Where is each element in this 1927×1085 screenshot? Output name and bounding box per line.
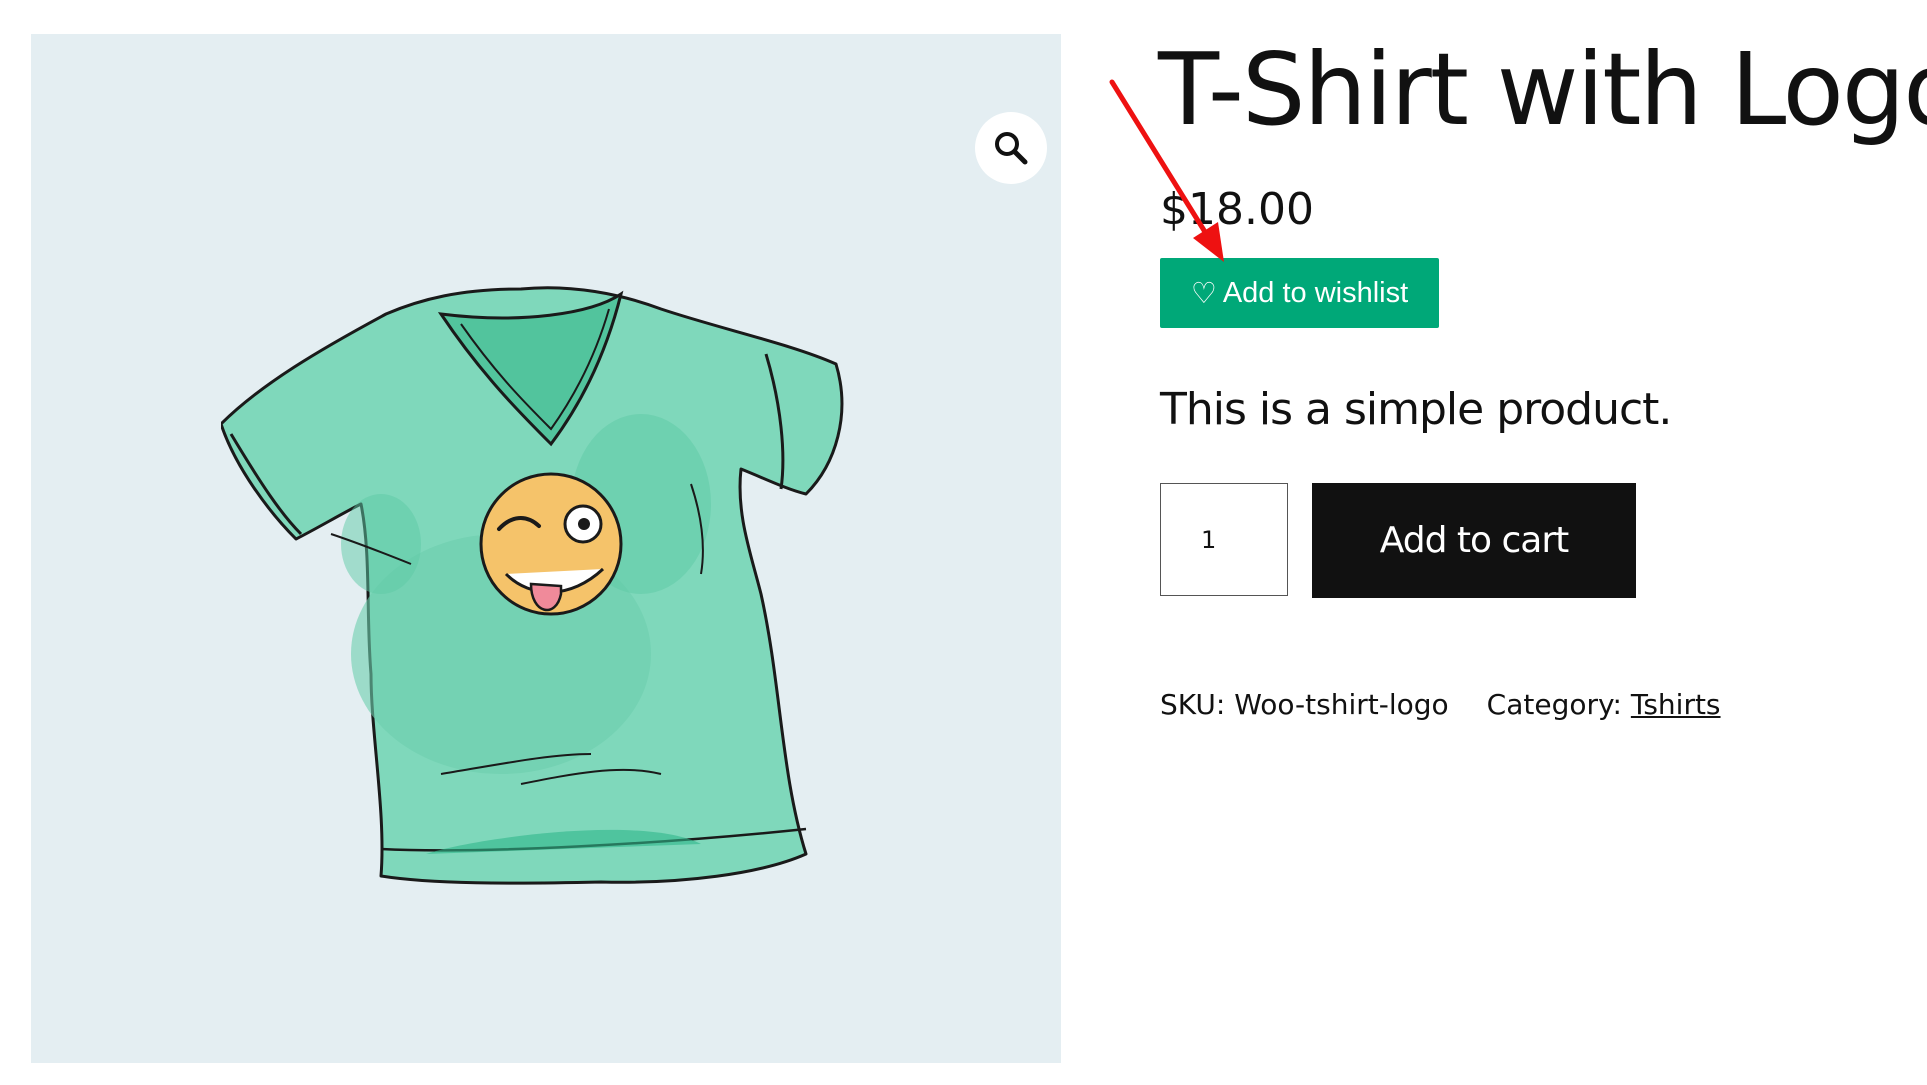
category-link[interactable]: Tshirts — [1631, 688, 1721, 721]
category-label: Category: — [1486, 688, 1622, 721]
sku: SKU: Woo-tshirt-logo — [1160, 688, 1449, 721]
product-gallery — [31, 34, 1061, 1063]
product-title: T-Shirt with Logo — [1158, 31, 1927, 148]
product-image[interactable] — [221, 254, 861, 894]
add-to-cart-button[interactable]: Add to cart — [1312, 483, 1636, 598]
quantity-input[interactable] — [1160, 483, 1288, 596]
zoom-button[interactable] — [975, 112, 1047, 184]
annotation-arrow-icon — [1109, 79, 1224, 262]
sku-value: Woo-tshirt-logo — [1234, 688, 1449, 721]
magnifier-icon — [995, 132, 1028, 165]
category: Category: Tshirts — [1487, 688, 1721, 721]
sku-label: SKU: — [1160, 688, 1226, 721]
product-meta: SKU: Woo-tshirt-logo Category: Tshirts — [1160, 688, 1721, 721]
heart-icon: ♡ — [1190, 277, 1217, 310]
product-short-description: This is a simple product. — [1160, 384, 1672, 435]
wishlist-label: Add to wishlist — [1222, 276, 1409, 309]
